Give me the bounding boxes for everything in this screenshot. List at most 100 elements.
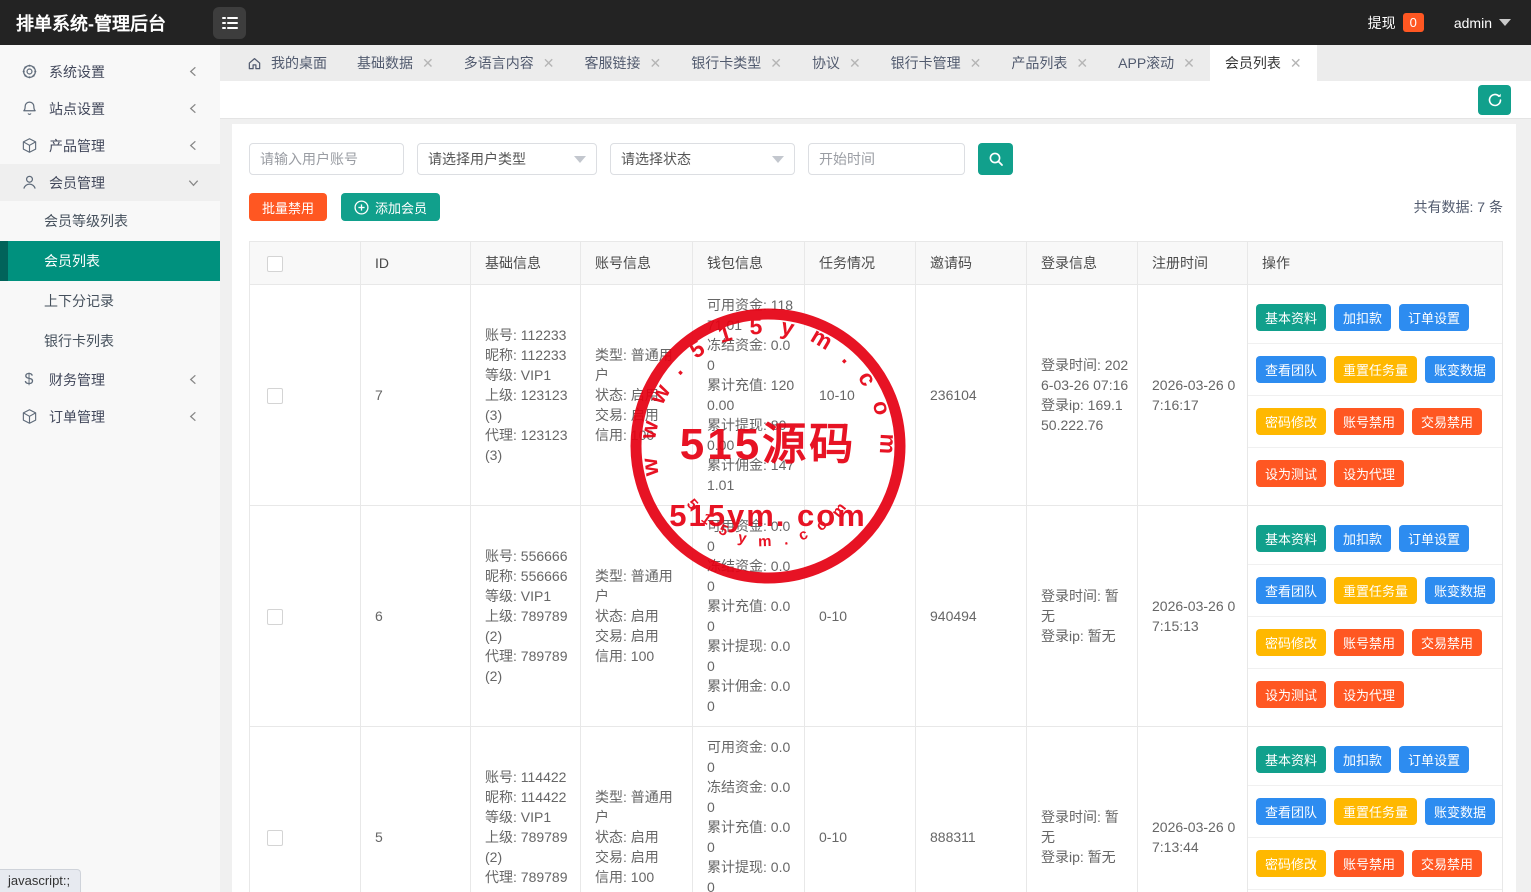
order-settings-button[interactable]: 订单设置 [1399,525,1469,552]
tab-close-icon[interactable]: ✕ [849,55,861,72]
adjust-balance-button[interactable]: 加扣款 [1334,746,1391,773]
status-select[interactable]: 请选择状态 [610,143,795,175]
field-line: 状态: 启用 [595,385,684,405]
tab-my-desktop[interactable]: 我的桌面 [232,45,342,81]
tab-bankcard-management[interactable]: 银行卡管理✕ [876,45,997,81]
field-line: 可用资金: 0.00 [707,737,796,777]
select-all-checkbox[interactable] [267,256,283,272]
profile-button[interactable]: 基本资料 [1256,746,1326,773]
balance-log-button[interactable]: 账变数据 [1425,798,1495,825]
disable-trade-button[interactable]: 交易禁用 [1412,408,1482,435]
tab-close-icon[interactable]: ✕ [543,55,555,72]
tab-bankcard-type[interactable]: 银行卡类型✕ [676,45,797,81]
tab-agreement[interactable]: 协议✕ [797,45,876,81]
set-agent-button[interactable]: 设为代理 [1334,460,1404,487]
set-test-button[interactable]: 设为测试 [1256,460,1326,487]
view-team-button[interactable]: 查看团队 [1256,356,1326,383]
tab-customer-service[interactable]: 客服链接 ✕ [569,45,676,81]
tab-member-list[interactable]: 会员列表✕ [1210,45,1317,81]
order-settings-button[interactable]: 订单设置 [1399,304,1469,331]
tab-basic-data[interactable]: 基础数据✕ [342,45,449,81]
change-password-button[interactable]: 密码修改 [1256,629,1326,656]
tab-close-icon[interactable]: ✕ [1183,55,1195,72]
search-button[interactable] [978,143,1013,175]
add-member-button[interactable]: 添加会员 [341,193,440,221]
start-time-input[interactable] [808,143,965,175]
order-settings-button[interactable]: 订单设置 [1399,746,1469,773]
account-info-cell: 类型: 普通用户状态: 启用交易: 启用信用: 100 [581,285,693,506]
hamburger-menu-button[interactable] [213,7,246,39]
user-type-select[interactable]: 请选择用户类型 [417,143,597,175]
column-header-label: 任务情况 [819,255,875,271]
sidebar-item-member-management[interactable]: 会员管理 [0,164,220,201]
field-line: 交易: 启用 [595,847,684,867]
tab-close-icon[interactable]: ✕ [422,55,434,72]
tab-close-icon[interactable]: ✕ [970,55,982,72]
chevron-left-icon [187,139,200,152]
profile-button[interactable]: 基本资料 [1256,304,1326,331]
reset-tasks-button[interactable]: 重置任务量 [1334,798,1417,825]
account-info-cell: 类型: 普通用户状态: 启用交易: 启用信用: 100 [581,727,693,892]
refresh-button[interactable] [1478,85,1511,115]
tab-customer-service-label: 客服链接 [584,53,640,73]
disable-trade-button[interactable]: 交易禁用 [1412,850,1482,877]
account-search-input[interactable] [249,143,404,175]
set-agent-button[interactable]: 设为代理 [1334,681,1404,708]
sidebar-item-site-settings[interactable]: 站点设置 [0,90,220,127]
field-line: 类型: 普通用户 [595,345,684,385]
field-line: 可用资金: 11871.01 [707,295,796,335]
disable-account-button[interactable]: 账号禁用 [1334,629,1404,656]
reset-tasks-button[interactable]: 重置任务量 [1334,577,1417,604]
tab-multilanguage[interactable]: 多语言内容 ✕ [449,45,570,81]
total-count: 共有数据: 7 条 [1414,197,1503,217]
batch-disable-button[interactable]: 批量禁用 [249,193,327,221]
row-select-cell [250,285,361,506]
chevron-left-icon [187,373,200,386]
sidebar-item-order-management[interactable]: 订单管理 [0,398,220,435]
set-test-button[interactable]: 设为测试 [1256,681,1326,708]
wallet-info-cell: 可用资金: 0.00冻结资金: 0.00累计充值: 0.00累计提现: 0.00… [693,506,805,727]
tab-multilanguage-label: 多语言内容 [464,53,534,73]
sidebar-item-member-management-label: 会员管理 [49,173,105,193]
disable-account-button[interactable]: 账号禁用 [1334,850,1404,877]
adjust-balance-button[interactable]: 加扣款 [1334,525,1391,552]
field-line: 登录时间: 暂无 [1041,807,1129,847]
action-button-group: 查看团队重置任务量账变数据 [1248,564,1502,616]
balance-log-button[interactable]: 账变数据 [1425,577,1495,604]
row-checkbox[interactable] [267,830,283,846]
sidebar-item-member-level-list[interactable]: 会员等级列表 [0,201,220,241]
change-password-button[interactable]: 密码修改 [1256,408,1326,435]
field-line: 代理: 123123(3) [485,425,572,465]
sidebar-item-product-management[interactable]: 产品管理 [0,127,220,164]
tab-close-icon[interactable]: ✕ [1076,55,1088,72]
table-header-row: ID基础信息账号信息钱包信息任务情况邀请码登录信息注册时间操作 [250,242,1503,285]
row-checkbox[interactable] [267,609,283,625]
disable-account-button[interactable]: 账号禁用 [1334,408,1404,435]
row-checkbox[interactable] [267,388,283,404]
tab-product-list[interactable]: 产品列表✕ [996,45,1103,81]
tab-close-icon[interactable]: ✕ [770,55,782,72]
sidebar-item-member-list[interactable]: 会员列表 [0,241,220,281]
view-team-button[interactable]: 查看团队 [1256,577,1326,604]
field-line: 累计佣金: 1471.01 [707,455,796,495]
sidebar-item-finance-management[interactable]: $财务管理 [0,361,220,398]
action-button-group: 设为测试设为代理 [1248,889,1502,892]
tab-close-icon[interactable]: ✕ [1290,55,1302,72]
view-team-button[interactable]: 查看团队 [1256,798,1326,825]
field-line: 等级: VIP1 [485,807,572,827]
balance-log-button[interactable]: 账变数据 [1425,356,1495,383]
sidebar-item-bankcard-list[interactable]: 银行卡列表 [0,321,220,361]
adjust-balance-button[interactable]: 加扣款 [1334,304,1391,331]
withdraw-link[interactable]: 提现 0 [1368,13,1424,33]
disable-trade-button[interactable]: 交易禁用 [1412,629,1482,656]
sidebar-item-updown-records[interactable]: 上下分记录 [0,281,220,321]
profile-button[interactable]: 基本资料 [1256,525,1326,552]
sidebar-item-system-settings[interactable]: 系统设置 [0,53,220,90]
account-info-cell: 类型: 普通用户状态: 启用交易: 启用信用: 100 [581,506,693,727]
tab-close-icon[interactable]: ✕ [649,55,661,72]
user-menu[interactable]: admin [1454,15,1511,31]
reset-tasks-button[interactable]: 重置任务量 [1334,356,1417,383]
member-row: 5账号: 114422昵称: 114422等级: VIP1上级: 789789(… [250,727,1503,892]
change-password-button[interactable]: 密码修改 [1256,850,1326,877]
tab-app-scroll[interactable]: APP滚动✕ [1103,45,1210,81]
